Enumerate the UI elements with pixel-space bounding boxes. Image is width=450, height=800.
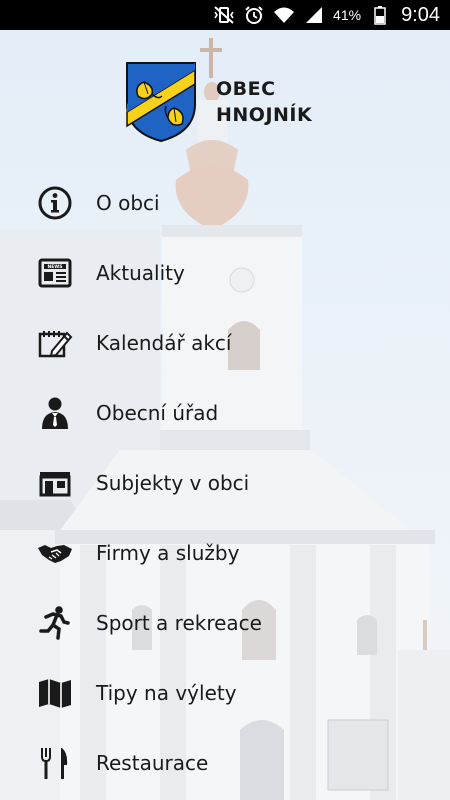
battery-icon [369,4,391,26]
battery-percent: 41% [333,7,362,23]
menu-item-label: O obci [96,191,160,215]
municipality-name: OBEC HNOJNÍK [216,76,312,128]
menu-item-kalendar-akci[interactable]: Kalendář akcí [0,308,450,378]
wifi-icon [273,4,295,26]
menu-item-label: Restaurace [96,751,209,775]
brand-line-1: OBEC [216,78,276,100]
menu-item-sport-a-rekreace[interactable]: Sport a rekreace [0,588,450,658]
menu-item-subjekty-v-obci[interactable]: Subjekty v obci [0,448,450,518]
calendar-edit-icon [36,324,74,362]
menu-item-restaurace[interactable]: Restaurace [0,728,450,798]
menu-item-firmy-a-sluzby[interactable]: Firmy a služby [0,518,450,588]
menu-item-label: Obecní úřad [96,401,219,425]
status-bar: 41% 9:04 [0,0,450,30]
signal-icon [303,4,325,26]
main-menu: O obci NEWS Aktuality Kalendář akcí Obec… [0,168,450,798]
menu-item-tipy-na-vylety[interactable]: Tipy na výlety [0,658,450,728]
brand-line-2: HNOJNÍK [216,104,313,126]
store-icon [36,464,74,502]
municipality-header: OBEC HNOJNÍK [124,60,312,144]
official-person-icon [36,394,74,432]
menu-item-label: Subjekty v obci [96,471,250,495]
menu-item-label: Sport a rekreace [96,611,262,635]
coat-of-arms-logo [124,60,198,144]
svg-text:NEWS: NEWS [47,264,62,270]
alarm-icon [243,4,265,26]
info-icon [36,184,74,222]
menu-item-obecni-urad[interactable]: Obecní úřad [0,378,450,448]
menu-item-label: Firmy a služby [96,541,240,565]
menu-item-label: Aktuality [96,261,185,285]
menu-item-label: Kalendář akcí [96,331,232,355]
map-icon [36,674,74,712]
menu-item-label: Tipy na výlety [96,681,237,705]
running-person-icon [36,604,74,642]
cutlery-icon [36,744,74,782]
handshake-icon [36,534,74,572]
vibrate-mute-icon [213,4,235,26]
newspaper-icon: NEWS [36,254,74,292]
clock: 9:04 [401,3,440,26]
menu-item-o-obci[interactable]: O obci [0,168,450,238]
menu-item-aktuality[interactable]: NEWS Aktuality [0,238,450,308]
